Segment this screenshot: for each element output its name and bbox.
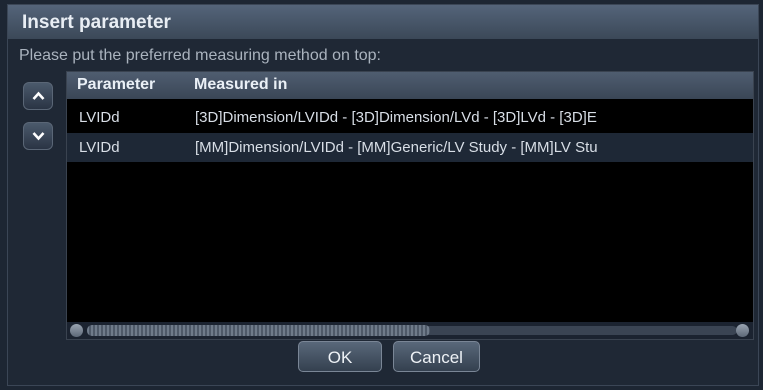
column-header-measured-in[interactable]: Measured in bbox=[194, 76, 287, 94]
move-down-button[interactable] bbox=[23, 122, 53, 150]
insert-parameter-dialog: Insert parameter Please put the preferre… bbox=[7, 4, 759, 386]
cell-measured-in: [MM]Dimension/LVIDd - [MM]Generic/LV Stu… bbox=[195, 139, 598, 156]
parameter-table: Parameter Measured in LVIDd [3D]Dimensio… bbox=[66, 71, 754, 340]
move-up-button[interactable] bbox=[23, 82, 53, 110]
instruction-text: Please put the preferred measuring metho… bbox=[19, 47, 381, 64]
scrollbar-thumb[interactable] bbox=[87, 325, 430, 336]
horizontal-scrollbar[interactable] bbox=[67, 322, 753, 339]
table-header: Parameter Measured in bbox=[67, 72, 753, 99]
dialog-title: Insert parameter bbox=[22, 12, 171, 33]
cell-parameter: LVIDd bbox=[79, 109, 120, 126]
column-header-parameter[interactable]: Parameter bbox=[77, 76, 155, 94]
title-bar: Insert parameter bbox=[8, 5, 758, 39]
scroll-left-icon[interactable] bbox=[70, 324, 83, 337]
chevron-up-icon bbox=[32, 91, 45, 100]
scroll-right-icon[interactable] bbox=[736, 324, 749, 337]
table-row[interactable]: LVIDd [3D]Dimension/LVIDd - [3D]Dimensio… bbox=[67, 103, 753, 132]
cell-parameter: LVIDd bbox=[79, 139, 120, 156]
ok-button[interactable]: OK bbox=[298, 341, 382, 372]
table-row[interactable]: LVIDd [MM]Dimension/LVIDd - [MM]Generic/… bbox=[67, 133, 753, 162]
cancel-button[interactable]: Cancel bbox=[393, 341, 480, 372]
cell-measured-in: [3D]Dimension/LVIDd - [3D]Dimension/LVd … bbox=[195, 109, 597, 126]
chevron-down-icon bbox=[32, 132, 45, 141]
